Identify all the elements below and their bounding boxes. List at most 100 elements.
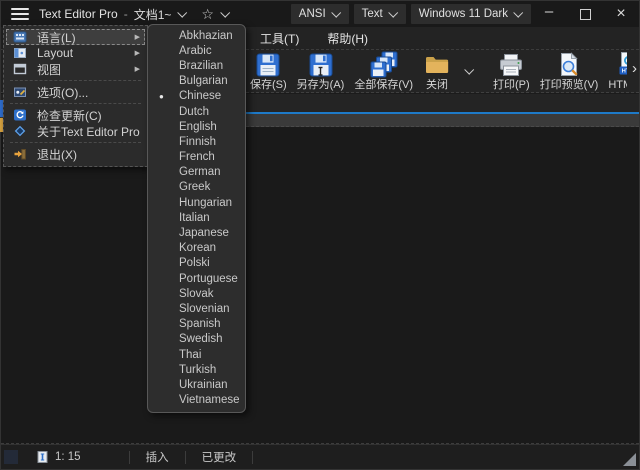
language-option-arabic[interactable]: Arabic [148, 43, 245, 58]
language-option-hungarian[interactable]: Hungarian [148, 195, 245, 210]
resize-grip[interactable] [623, 453, 636, 466]
language-option-vietnamese[interactable]: Vietnamese [148, 393, 245, 408]
print-preview-label: 打印预览(V) [540, 79, 599, 91]
exit-icon [13, 147, 29, 161]
language-option-german[interactable]: German [148, 165, 245, 180]
language-option-spanish[interactable]: Spanish [148, 317, 245, 332]
layout-icon [13, 46, 29, 60]
editor-area[interactable] [1, 127, 639, 444]
close-dropdown-arrow[interactable] [456, 50, 476, 92]
language-option-portuguese[interactable]: Portuguese [148, 271, 245, 286]
menu-label: 视图 [37, 61, 131, 78]
theme-dropdown[interactable]: Windows 11 Dark [411, 4, 531, 24]
close-button[interactable]: × [603, 1, 639, 27]
menu-item-check-updates[interactable]: 检查更新(C) [6, 107, 145, 123]
language-option-finnish[interactable]: Finnish [148, 134, 245, 149]
language-option-chinese-selected[interactable]: ●Chinese [148, 89, 245, 104]
tab-tools[interactable]: 工具(T) [246, 27, 313, 49]
language-label: Spanish [179, 318, 221, 330]
filetype-dropdown[interactable]: Text [354, 4, 406, 24]
menu-label: 退出(X) [37, 146, 140, 163]
save-label: 保存(S) [250, 79, 287, 91]
caret-position-value: 1: 15 [55, 451, 81, 463]
print-preview-button[interactable]: 打印预览(V) [535, 50, 604, 92]
save-button[interactable]: 保存(S) [245, 50, 292, 92]
language-option-slovenian[interactable]: Slovenian [148, 301, 245, 316]
document-dropdown-chevron-icon[interactable] [178, 7, 188, 17]
page-magnifier-icon [555, 51, 583, 79]
language-option-french[interactable]: French [148, 150, 245, 165]
language-option-greek[interactable]: Greek [148, 180, 245, 195]
language-option-japanese[interactable]: Japanese [148, 225, 245, 240]
radio-dot-icon: ● [159, 89, 179, 104]
menu-label: 语言(L) [37, 29, 131, 46]
html-export-label: HTML 导 [608, 79, 627, 91]
language-submenu-popup: Abkhazian Arabic Brazilian Bulgarian ●Ch… [147, 24, 246, 413]
language-label: German [179, 166, 221, 178]
language-label: French [179, 151, 215, 163]
language-option-italian[interactable]: Italian [148, 210, 245, 225]
statusbar-corner-square [4, 450, 18, 464]
language-option-turkish[interactable]: Turkish [148, 362, 245, 377]
save-as-button[interactable]: 另存为(A) [292, 50, 350, 92]
hamburger-menu-icon[interactable] [11, 8, 29, 21]
language-label: Abkhazian [179, 30, 233, 42]
modified-state-cell[interactable]: 已更改 [186, 445, 253, 469]
language-option-korean[interactable]: Korean [148, 241, 245, 256]
language-option-ukrainian[interactable]: Ukrainian [148, 377, 245, 392]
language-option-thai[interactable]: Thai [148, 347, 245, 362]
insert-mode-cell[interactable]: 插入 [130, 445, 185, 469]
toolbar-overflow-chevron[interactable]: › [632, 62, 637, 76]
submenu-arrow-icon: ▶ [135, 65, 140, 73]
print-button[interactable]: 打印(P) [488, 50, 535, 92]
favorites-dropdown-chevron-icon[interactable] [220, 7, 230, 17]
menu-item-about[interactable]: 关于Text Editor Pro(A) [6, 123, 145, 139]
menu-item-layout[interactable]: Layout ▶ [6, 45, 145, 61]
favorites-star-icon[interactable]: ☆ [201, 6, 214, 23]
menu-separator [10, 103, 141, 104]
status-bar: 1: 15 插入 已更改 [1, 444, 639, 469]
html-export-button[interactable]: HTML HTML 导 [603, 50, 627, 92]
menu-item-options[interactable]: 选项(O)... [6, 84, 145, 100]
language-icon [13, 30, 29, 44]
language-option-brazilian[interactable]: Brazilian [148, 58, 245, 73]
tab-help[interactable]: 帮助(H) [313, 27, 382, 49]
language-label: Slovak [179, 288, 214, 300]
language-label: Dutch [179, 106, 209, 118]
print-label: 打印(P) [493, 79, 530, 91]
main-menu-popup: 语言(L) ▶ Layout ▶ 视图 ▶ [3, 25, 148, 167]
language-option-english[interactable]: English [148, 119, 245, 134]
submenu-arrow-icon: ▶ [135, 33, 140, 41]
document-name[interactable]: 文档1~ [134, 6, 172, 23]
language-option-bulgarian[interactable]: Bulgarian [148, 74, 245, 89]
minimize-button[interactable]: – [531, 0, 567, 30]
titlebar-right-group: ANSI Text Windows 11 Dark – × [286, 1, 639, 27]
save-all-button[interactable]: 全部保存(V) [349, 50, 418, 92]
language-label: Polski [179, 257, 210, 269]
language-label: Hungarian [179, 197, 232, 209]
app-title: Text Editor Pro [39, 7, 118, 21]
language-label: Ukrainian [179, 379, 228, 391]
caret-position-cell[interactable]: 1: 15 [26, 445, 91, 469]
language-label: Chinese [179, 90, 221, 102]
floppy-disk-cursor-icon [307, 51, 335, 79]
language-label: Swedish [179, 333, 222, 345]
maximize-button[interactable] [567, 1, 603, 27]
menu-item-exit[interactable]: 退出(X) [6, 146, 145, 162]
printer-icon [497, 51, 525, 79]
menu-item-view[interactable]: 视图 ▶ [6, 61, 145, 77]
close-file-button[interactable]: 关闭 [418, 50, 456, 92]
language-option-swedish[interactable]: Swedish [148, 332, 245, 347]
language-option-dutch[interactable]: Dutch [148, 104, 245, 119]
toolbar-buttons: 保存(S) 另存为(A) [245, 50, 627, 92]
html-document-icon: HTML [616, 51, 627, 79]
chevron-down-icon [388, 7, 398, 17]
language-option-abkhazian[interactable]: Abkhazian [148, 28, 245, 43]
language-option-slovak[interactable]: Slovak [148, 286, 245, 301]
chevron-down-icon [331, 7, 341, 17]
menu-item-language[interactable]: 语言(L) ▶ [6, 29, 145, 45]
svg-text:HTML: HTML [622, 69, 627, 75]
encoding-dropdown[interactable]: ANSI [291, 4, 349, 24]
language-label: Brazilian [179, 60, 223, 72]
language-option-polski[interactable]: Polski [148, 256, 245, 271]
